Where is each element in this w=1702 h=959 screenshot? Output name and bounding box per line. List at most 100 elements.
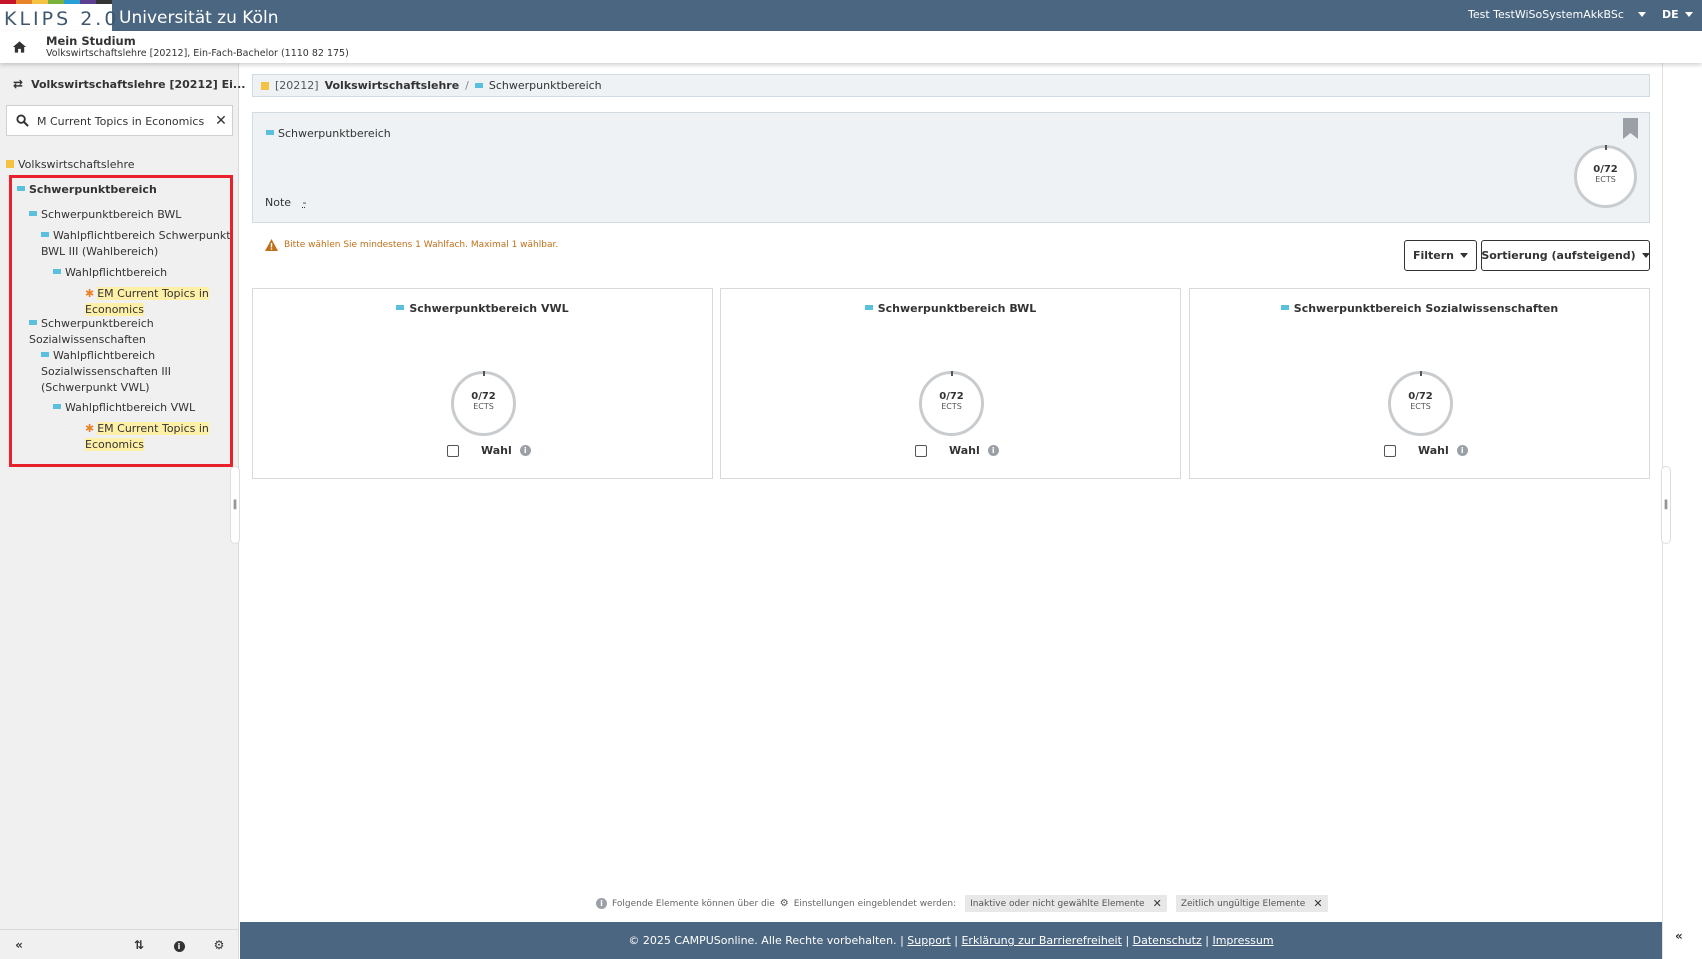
- close-icon[interactable]: ✕: [1313, 897, 1322, 910]
- card-title: Schwerpunktbereich VWL: [253, 302, 712, 315]
- card-title: Schwerpunktbereich Sozialwissenschaften: [1190, 302, 1649, 315]
- gear-icon[interactable]: ⚙: [212, 938, 226, 952]
- ects-value: 0/72: [1408, 391, 1433, 402]
- tree-item-em-current-topics-2[interactable]: ✱ EM Current Topics in Economics: [85, 421, 209, 453]
- grade-value: -: [302, 196, 307, 209]
- left-panel-splitter[interactable]: ‖: [230, 466, 240, 544]
- choice-checkbox[interactable]: [1384, 444, 1396, 457]
- tree-item-schwerpunktbereich-sowi[interactable]: Schwerpunktbereich Sozialwissenschaften: [29, 316, 154, 348]
- tree-item-label: Schwerpunktbereich BWL: [41, 208, 182, 221]
- choice-label: Wahl: [1418, 444, 1449, 457]
- chip-label: Inaktive oder nicht gewählte Elemente: [970, 898, 1145, 909]
- logo-text: KLIPS 2.0: [4, 8, 120, 30]
- tree-item-label: Sozialwissenschaften III: [41, 365, 172, 378]
- selection-warning: Bitte wählen Sie mindestens 1 Wahlfach. …: [265, 239, 558, 251]
- program-switch[interactable]: ⇄ Volkswirtschaftslehre [20212] Ei...: [13, 77, 262, 91]
- language-label: DE: [1662, 8, 1679, 21]
- ects-progress-ring: 0/72 ECTS: [919, 371, 984, 436]
- switch-arrows-icon: ⇄: [13, 77, 24, 91]
- tree-item-label: EM Current Topics in: [97, 287, 209, 300]
- sub-header: Mein Studium Volkswirtschaftslehre [2021…: [0, 31, 1702, 63]
- home-icon[interactable]: [12, 40, 27, 54]
- hidden-elements-hint: i Folgende Elemente können über die ⚙ Ei…: [596, 895, 1328, 912]
- module-icon: [53, 404, 61, 409]
- grade-label: Note: [265, 196, 292, 209]
- ects-unit: ECTS: [1595, 175, 1616, 184]
- module-card[interactable]: Schwerpunktbereich Sozialwissenschaften …: [1189, 288, 1650, 479]
- ects-progress-ring: 0/72 ECTS: [1388, 371, 1453, 436]
- accessibility-link[interactable]: Erklärung zur Barrierefreiheit: [961, 934, 1121, 947]
- chip-label: Zeitlich ungültige Elemente: [1180, 898, 1306, 909]
- clear-search-icon[interactable]: ✕: [213, 112, 229, 130]
- chevron-down-icon: [1637, 12, 1646, 17]
- footer-separator: |: [954, 934, 958, 947]
- choice-control: Wahl i: [1384, 444, 1468, 457]
- ects-unit: ECTS: [941, 402, 962, 411]
- page-title: Mein Studium: [46, 34, 136, 48]
- tree-item-label: Sozialwissenschaften: [29, 333, 146, 346]
- info-icon[interactable]: i: [519, 445, 531, 456]
- user-menu[interactable]: Test TestWiSoSystemAkkBSc: [1468, 8, 1646, 21]
- search-input[interactable]: [37, 112, 207, 130]
- imprint-link[interactable]: Impressum: [1212, 934, 1273, 947]
- sort-button[interactable]: Sortierung (aufsteigend): [1481, 240, 1650, 271]
- module-icon: [53, 269, 61, 274]
- tree-search: ✕: [6, 105, 233, 136]
- tree-item-schwerpunktbereich[interactable]: Schwerpunktbereich: [17, 182, 157, 198]
- right-panel-splitter[interactable]: ‖: [1661, 466, 1671, 544]
- collapse-sidebar-icon[interactable]: «: [12, 938, 26, 952]
- page-subtitle: Volkswirtschaftslehre [20212], Ein-Fach-…: [46, 48, 349, 59]
- filter-button[interactable]: Filtern: [1404, 240, 1477, 271]
- klips-logo[interactable]: KLIPS 2.0: [0, 0, 116, 31]
- folder-icon: [261, 81, 269, 90]
- info-icon[interactable]: i: [172, 938, 186, 952]
- support-link[interactable]: Support: [907, 934, 950, 947]
- module-card[interactable]: Schwerpunktbereich VWL 0/72 ECTS Wahl i: [252, 288, 713, 479]
- module-icon: [29, 320, 37, 325]
- tree-item-wahlpflicht-sowi-iii[interactable]: Wahlpflichtbereich Sozialwissenschaften …: [41, 348, 171, 396]
- breadcrumb-program[interactable]: Volkswirtschaftslehre: [325, 79, 460, 92]
- module-icon: [41, 232, 49, 237]
- card-title-label: Schwerpunktbereich BWL: [877, 302, 1037, 315]
- course-star-icon: ✱: [85, 287, 95, 300]
- top-bar: KLIPS 2.0 Universität zu Köln Test TestW…: [0, 0, 1702, 31]
- user-name: Test TestWiSoSystemAkkBSc: [1468, 8, 1624, 21]
- tree-item-label: EM Current Topics in: [97, 422, 209, 435]
- info-icon[interactable]: i: [987, 445, 999, 456]
- breadcrumb-current: Schwerpunktbereich: [488, 79, 602, 92]
- chevron-down-icon: [1460, 253, 1469, 258]
- module-icon: [864, 305, 873, 310]
- hint-text: Einstellungen eingeblendet werden:: [793, 898, 957, 909]
- info-icon: i: [596, 898, 607, 909]
- card-title-label: Schwerpunktbereich Sozialwissenschaften: [1293, 302, 1559, 315]
- sidebar: ⇄ Volkswirtschaftslehre [20212] Ei... ✕ …: [0, 63, 262, 959]
- tree-item-root[interactable]: Volkswirtschaftslehre: [6, 157, 135, 173]
- tree-item-em-current-topics-1[interactable]: ✱ EM Current Topics in Economics: [85, 286, 209, 318]
- choice-control: Wahl i: [447, 444, 531, 457]
- tree-item-label: Schwerpunktbereich: [41, 317, 154, 330]
- tree-item-label: Wahlpflichtbereich Schwerpunkt: [53, 229, 231, 242]
- close-icon[interactable]: ✕: [1153, 897, 1162, 910]
- ects-unit: ECTS: [1410, 402, 1431, 411]
- ects-value: 0/72: [1593, 164, 1618, 175]
- module-icon: [17, 186, 25, 191]
- tree-item-wahlpflichtbereich-vwl[interactable]: Wahlpflichtbereich VWL: [53, 400, 195, 416]
- choice-checkbox[interactable]: [915, 444, 927, 457]
- tree-item-label: Schwerpunktbereich: [29, 183, 157, 196]
- tree-item-wahlpflichtbereich[interactable]: Wahlpflichtbereich: [53, 265, 167, 281]
- tree-item-label: Wahlpflichtbereich: [65, 266, 168, 279]
- language-menu[interactable]: DE: [1662, 8, 1693, 21]
- tree-item-label: (Schwerpunkt VWL): [41, 381, 150, 394]
- tree-item-wahlpflicht-bwl-iii[interactable]: Wahlpflichtbereich Schwerpunkt BWL III (…: [41, 228, 231, 260]
- module-card[interactable]: Schwerpunktbereich BWL 0/72 ECTS Wahl i: [720, 288, 1181, 479]
- choice-checkbox[interactable]: [447, 444, 459, 457]
- bookmark-icon[interactable]: [1623, 118, 1638, 139]
- choice-label: Wahl: [481, 444, 512, 457]
- expand-right-panel-icon[interactable]: «: [1675, 929, 1683, 943]
- privacy-link[interactable]: Datenschutz: [1133, 934, 1202, 947]
- info-icon[interactable]: i: [1456, 445, 1468, 456]
- info-title-label: Schwerpunktbereich: [278, 127, 391, 140]
- tree-item-schwerpunktbereich-bwl[interactable]: Schwerpunktbereich BWL: [29, 207, 181, 223]
- module-icon: [474, 83, 483, 88]
- sort-icon[interactable]: ⇅: [132, 938, 146, 952]
